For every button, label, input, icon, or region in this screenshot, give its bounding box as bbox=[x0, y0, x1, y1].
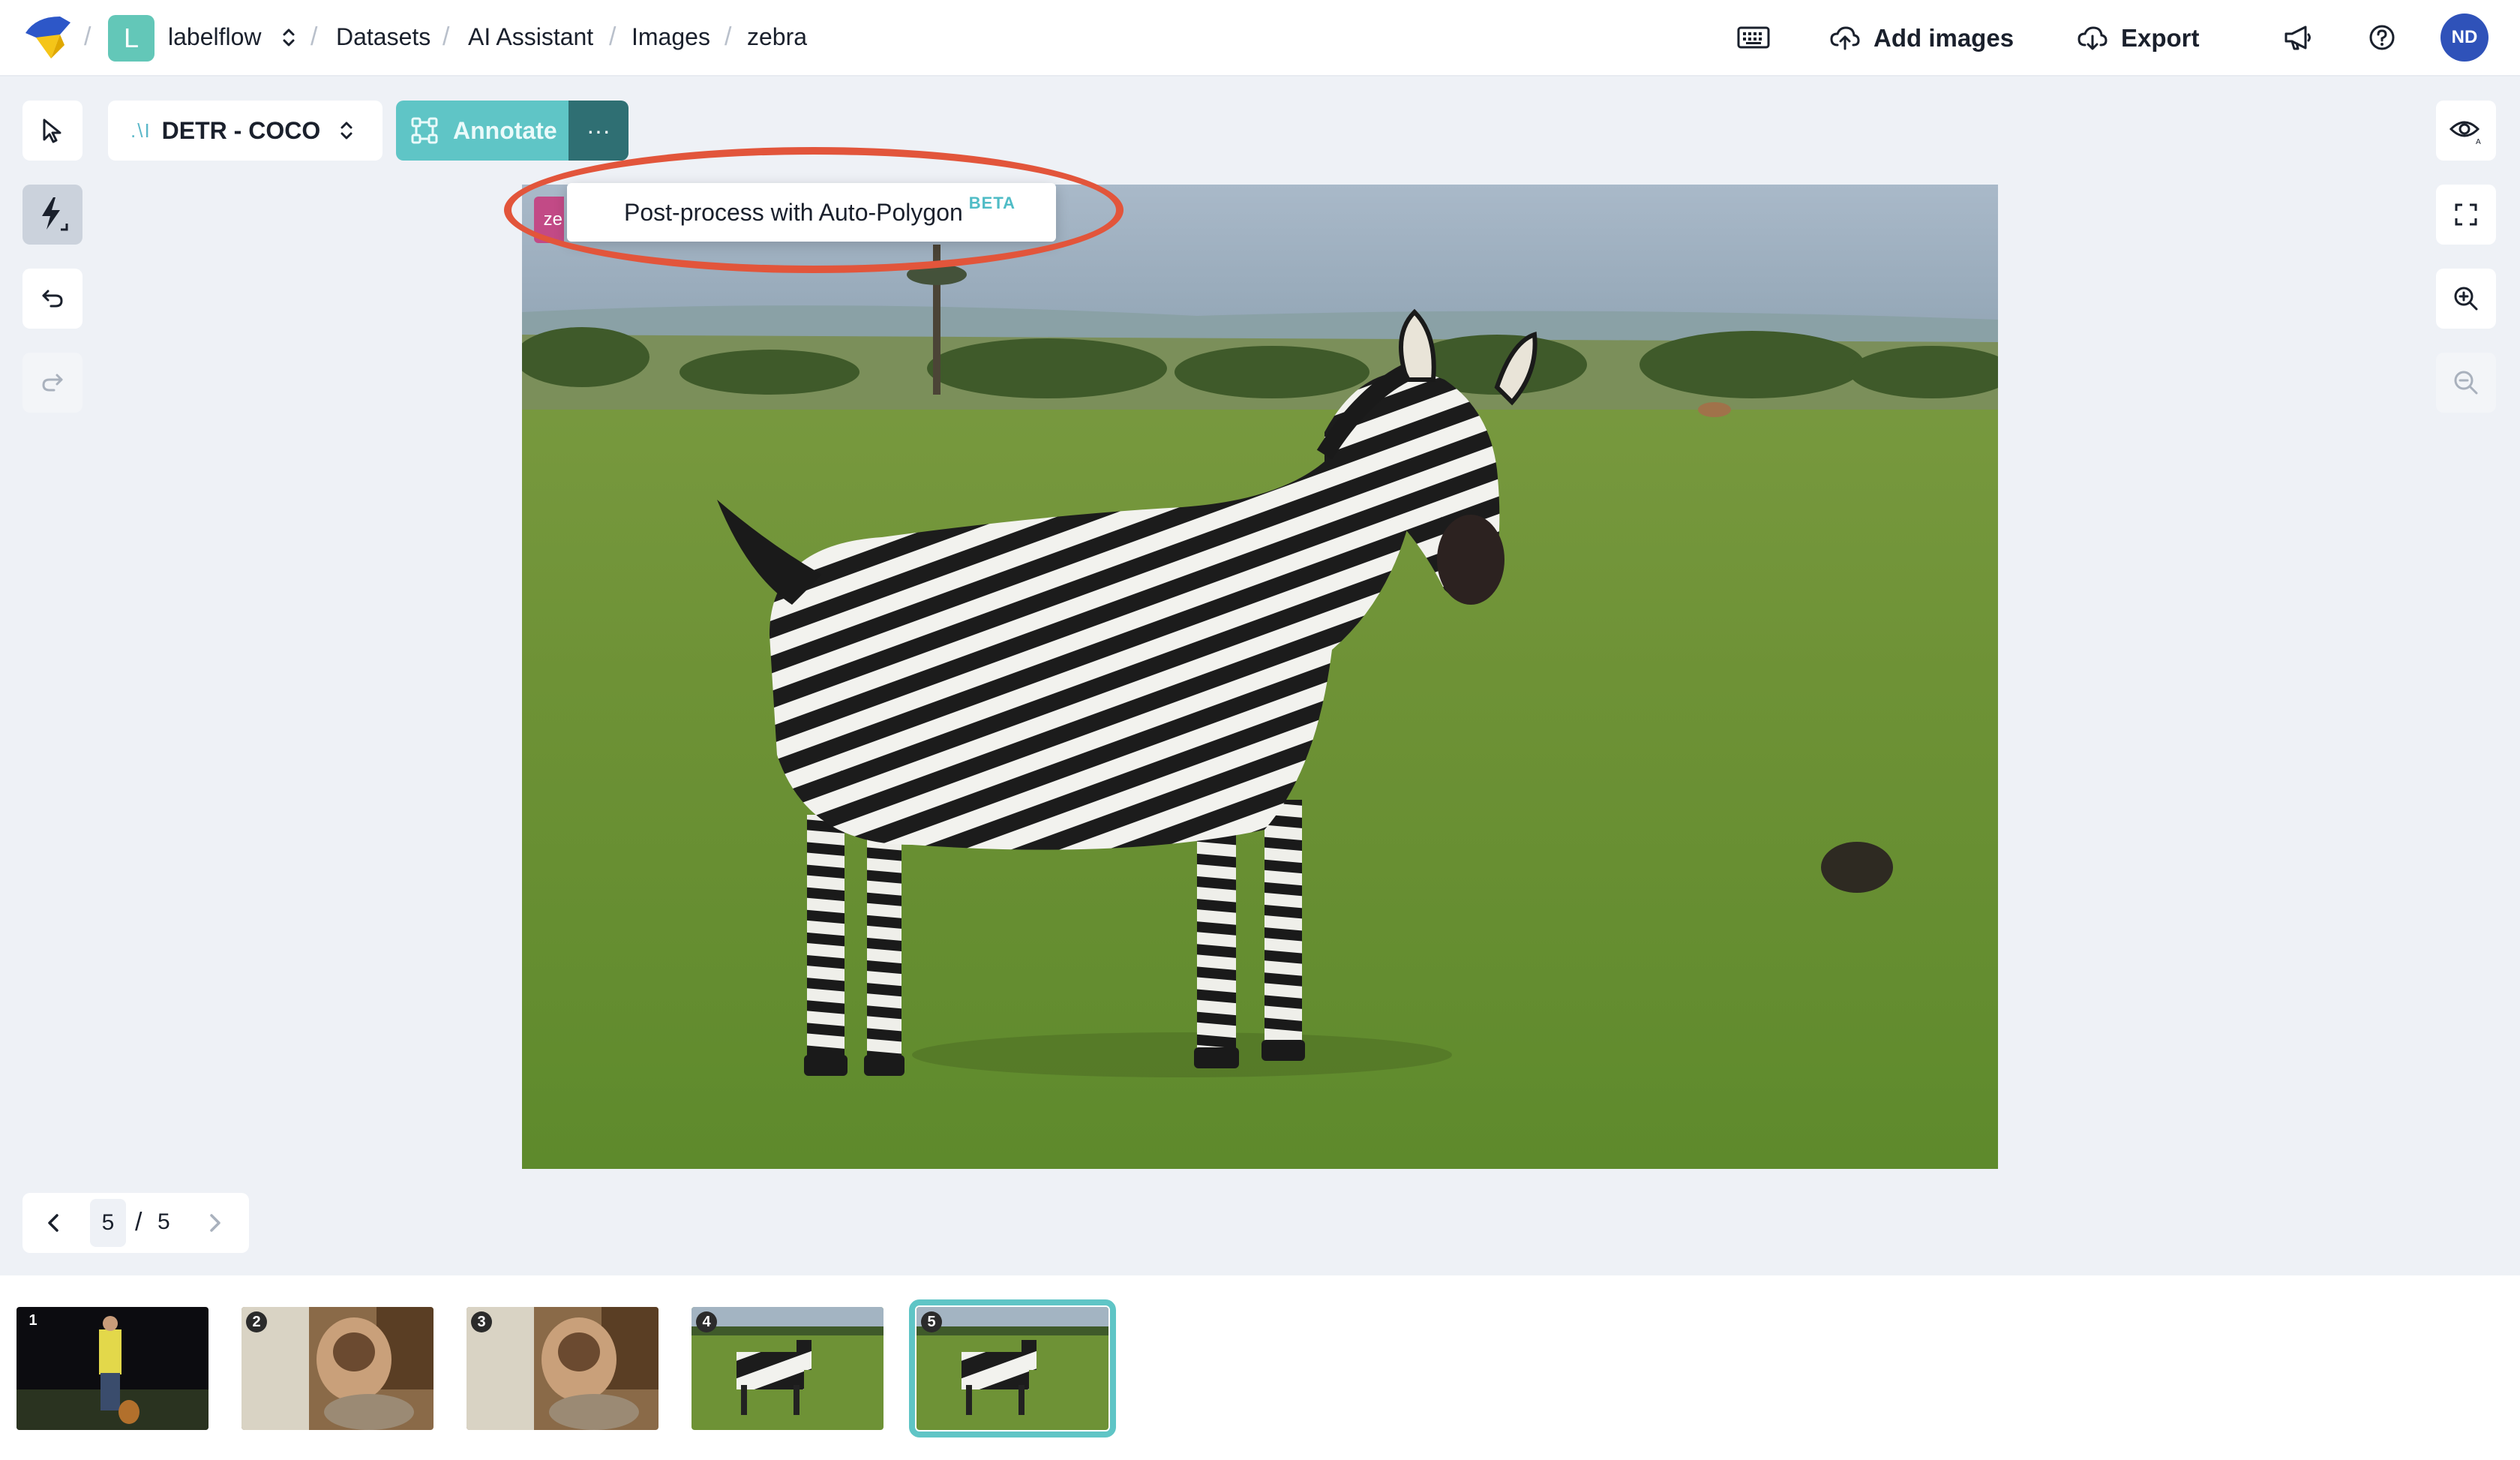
export-label: Export bbox=[2121, 24, 2200, 52]
page-total: 5 bbox=[158, 1209, 170, 1234]
breadcrumb-workspace[interactable]: labelflow bbox=[168, 23, 262, 51]
chevron-right-icon[interactable] bbox=[206, 1212, 224, 1233]
thumbnail-number: 3 bbox=[471, 1311, 492, 1332]
add-images-label: Add images bbox=[1874, 24, 2014, 52]
thumbnail-image bbox=[242, 1307, 434, 1430]
eye-icon: A bbox=[2449, 121, 2481, 146]
export-button[interactable]: Export bbox=[2078, 18, 2200, 59]
page-separator: / bbox=[135, 1208, 142, 1236]
megaphone-icon[interactable] bbox=[2283, 24, 2313, 51]
zoom-out-icon bbox=[2454, 371, 2478, 395]
chevron-updown-icon[interactable] bbox=[280, 26, 297, 50]
redo-button[interactable] bbox=[22, 353, 82, 413]
thumbnail-image bbox=[916, 1307, 1108, 1430]
breadcrumb-datasets[interactable]: Datasets bbox=[336, 23, 430, 51]
keyboard-icon[interactable] bbox=[1737, 26, 1770, 50]
labelflow-logo-icon[interactable] bbox=[21, 12, 74, 62]
page-number-input[interactable]: 5 bbox=[90, 1199, 126, 1247]
view-options-button[interactable]: A bbox=[2436, 101, 2496, 161]
fullscreen-icon bbox=[2455, 203, 2477, 226]
breadcrumb-separator: / bbox=[609, 23, 616, 51]
bounding-box-icon bbox=[411, 117, 438, 144]
more-options-button[interactable]: ··· bbox=[568, 101, 628, 161]
cloud-download-icon bbox=[2078, 26, 2108, 50]
cursor-icon bbox=[43, 119, 62, 143]
lightning-icon bbox=[42, 197, 68, 231]
zoom-in-button[interactable] bbox=[2436, 269, 2496, 329]
zebra-photo bbox=[522, 185, 1998, 1169]
breadcrumb-separator: / bbox=[442, 23, 450, 51]
thumbnail-number: 5 bbox=[921, 1311, 942, 1332]
thumbnail-number: 2 bbox=[246, 1311, 267, 1332]
svg-text:A: A bbox=[2476, 138, 2481, 146]
thumbnail-4[interactable]: 4 bbox=[692, 1307, 884, 1430]
breadcrumb-images[interactable]: Images bbox=[632, 23, 710, 51]
zebra-image[interactable] bbox=[522, 185, 1998, 1169]
image-pager: 5 / 5 bbox=[22, 1193, 249, 1253]
highlight-ring bbox=[504, 147, 1124, 273]
selection-tool-button[interactable] bbox=[22, 101, 82, 161]
add-images-button[interactable]: Add images bbox=[1830, 18, 2014, 59]
help-icon[interactable] bbox=[2368, 24, 2396, 51]
fullscreen-button[interactable] bbox=[2436, 185, 2496, 245]
thumbnail-3[interactable]: 3 bbox=[466, 1307, 658, 1430]
undo-button[interactable] bbox=[22, 269, 82, 329]
zoom-in-icon bbox=[2454, 287, 2478, 311]
breadcrumb-dataset[interactable]: AI Assistant bbox=[468, 23, 593, 51]
workspace-badge[interactable]: L bbox=[108, 15, 154, 62]
cloud-upload-icon bbox=[1830, 26, 1860, 50]
undo-icon bbox=[42, 290, 63, 308]
redo-icon bbox=[42, 374, 63, 392]
thumbnail-number: 4 bbox=[696, 1311, 717, 1332]
top-bar: / L labelflow / Datasets / AI Assistant … bbox=[0, 0, 2520, 77]
annotate-button[interactable]: Annotate bbox=[396, 101, 568, 161]
avatar[interactable]: ND bbox=[2440, 14, 2488, 62]
breadcrumb-separator: / bbox=[310, 23, 318, 51]
annotate-label: Annotate bbox=[453, 116, 557, 144]
model-select[interactable]: .\I DETR - COCO bbox=[108, 101, 382, 161]
ai-assistant-tool-button[interactable] bbox=[22, 185, 82, 245]
ai-model-icon: .\I bbox=[130, 119, 152, 142]
thumbnail-image bbox=[16, 1307, 208, 1430]
thumbnail-2[interactable]: 2 bbox=[242, 1307, 434, 1430]
chevron-left-icon[interactable] bbox=[45, 1212, 63, 1233]
thumbnail-image bbox=[692, 1307, 884, 1430]
zoom-out-button[interactable] bbox=[2436, 353, 2496, 413]
thumbnail-5[interactable]: 5 bbox=[909, 1299, 1116, 1437]
breadcrumb-image: zebra bbox=[747, 23, 808, 50]
thumbnail-1[interactable]: 1 bbox=[16, 1307, 208, 1430]
model-name: DETR - COCO bbox=[161, 116, 321, 144]
breadcrumb-separator: / bbox=[84, 23, 92, 51]
breadcrumb-separator: / bbox=[724, 23, 732, 51]
chevron-updown-icon bbox=[340, 122, 352, 140]
thumbnail-image bbox=[466, 1307, 658, 1430]
thumbnail-number: 1 bbox=[28, 1311, 38, 1329]
